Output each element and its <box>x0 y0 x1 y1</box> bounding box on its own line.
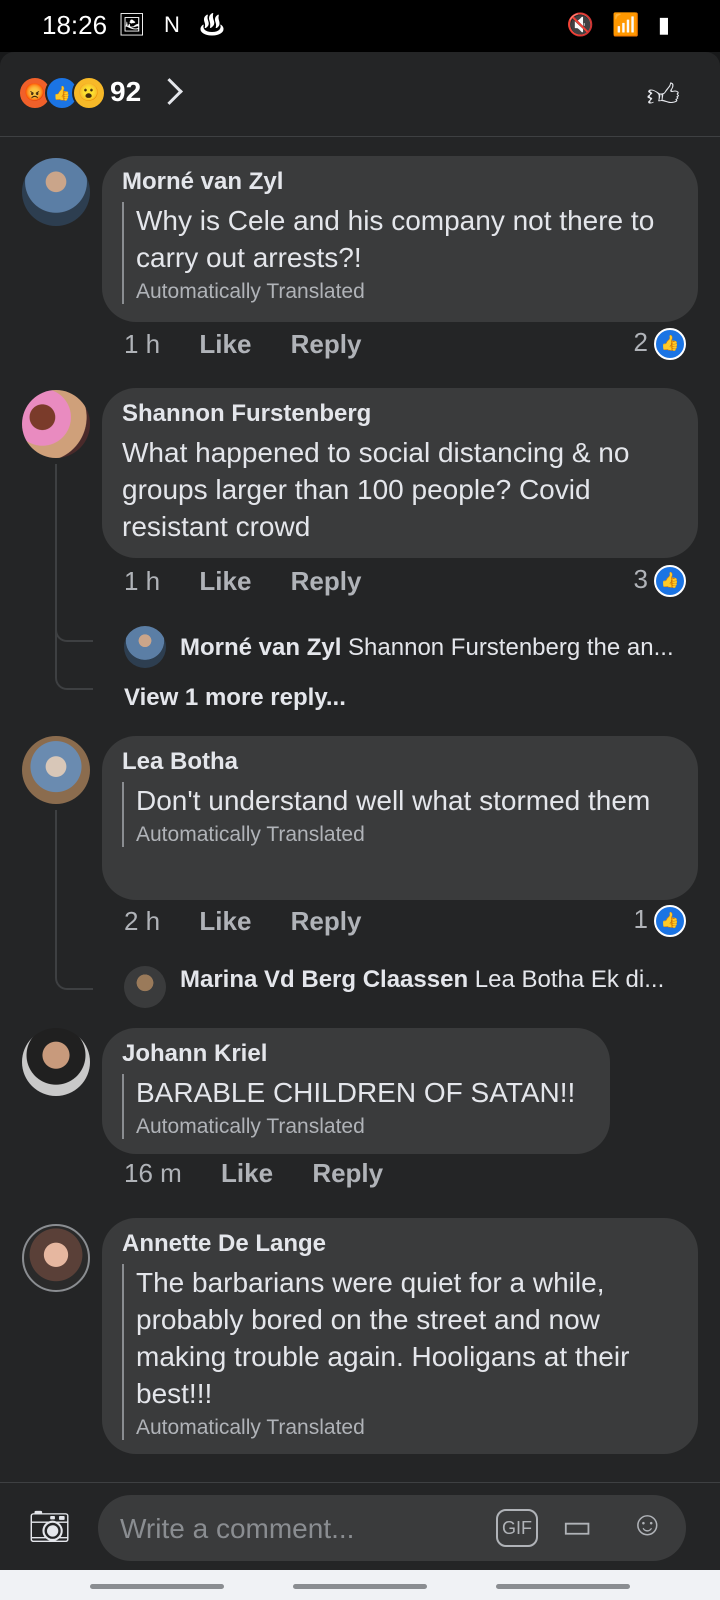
comment-like-count[interactable]: 2 👍 <box>633 327 686 361</box>
avatar[interactable] <box>22 158 90 226</box>
avatar[interactable] <box>22 1224 90 1292</box>
comment-text: Why is Cele and his company not there to… <box>136 205 655 273</box>
view-more-replies[interactable]: View 1 more reply... <box>124 684 346 712</box>
comment-time: 16 m <box>124 1158 182 1188</box>
emoji-icon[interactable]: ☺ <box>630 1505 665 1544</box>
reply-button[interactable]: Reply <box>291 906 362 936</box>
comment-bubble[interactable]: Annette De Lange The barbarians were qui… <box>102 1218 698 1454</box>
like-badge-icon: 👍 <box>654 905 686 938</box>
comment-actions: 1 h Like Reply <box>124 329 361 360</box>
like-button[interactable]: Like <box>221 1158 273 1188</box>
thread-line <box>55 810 93 990</box>
navigation-bar <box>0 1570 720 1600</box>
translation-label[interactable]: Automatically Translated <box>136 823 678 847</box>
nav-recents-bar[interactable] <box>90 1584 224 1589</box>
comments-sheet: 😡 👍 😮 92 👍︎ Morné van Zyl Why is Cele an… <box>0 52 720 1492</box>
chevron-right-icon[interactable] <box>156 78 183 105</box>
comment-composer: 📷︎ Write a comment... GIF ▭ ☺ <box>0 1482 720 1571</box>
comment-author[interactable]: Shannon Furstenberg <box>122 400 678 428</box>
translated-block: The barbarians were quiet for a while, p… <box>122 1264 678 1440</box>
comment-actions: 16 m Like Reply <box>124 1158 383 1189</box>
translation-label[interactable]: Automatically Translated <box>136 280 678 304</box>
comment-time: 1 h <box>124 329 161 359</box>
comment-author[interactable]: Morné van Zyl <box>122 168 678 196</box>
avatar[interactable] <box>124 966 166 1008</box>
like-button[interactable]: Like <box>199 906 251 936</box>
avatar[interactable] <box>22 736 90 804</box>
comment-bubble[interactable]: Lea Botha Don't understand well what sto… <box>102 736 698 900</box>
gif-icon[interactable]: GIF <box>496 1509 538 1547</box>
nav-back-bar[interactable] <box>496 1584 630 1589</box>
comment-placeholder[interactable]: Write a comment... <box>120 1513 354 1545</box>
avatar[interactable] <box>124 626 166 668</box>
comment-like-count[interactable]: 3 👍 <box>633 564 686 598</box>
comment-bubble[interactable]: Shannon Furstenberg What happened to soc… <box>102 388 698 558</box>
translation-label[interactable]: Automatically Translated <box>136 1416 678 1440</box>
status-bar: 18:26 🖼 N ♨ 🔇 📶 ▮ <box>0 0 720 52</box>
comment-text: Don't understand well what stormed them <box>136 785 651 816</box>
reply-button[interactable]: Reply <box>291 566 362 596</box>
translation-label[interactable]: Automatically Translated <box>136 1115 590 1139</box>
reply-preview[interactable]: Morné van Zyl Shannon Furstenberg the an… <box>180 634 674 662</box>
comment-like-count[interactable]: 1 👍 <box>633 904 686 938</box>
like-button[interactable]: Like <box>199 566 251 596</box>
comment-input[interactable]: Write a comment... GIF ▭ ☺ <box>98 1495 686 1561</box>
reply-preview[interactable]: Marina Vd Berg Claassen Lea Botha Ek di.… <box>180 966 664 994</box>
reaction-count[interactable]: 92 <box>110 76 141 108</box>
comment-actions: 2 h Like Reply <box>124 906 361 937</box>
comment-text: BARABLE CHILDREN OF SATAN!! <box>136 1077 576 1108</box>
like-count: 2 <box>633 327 648 357</box>
reply-author[interactable]: Marina Vd Berg Claassen <box>180 966 468 993</box>
comment-author[interactable]: Johann Kriel <box>122 1040 590 1068</box>
translated-block: Don't understand well what stormed them … <box>122 782 678 847</box>
comment-text: The barbarians were quiet for a while, p… <box>136 1267 630 1409</box>
like-badge-icon: 👍 <box>654 565 686 598</box>
avatar[interactable] <box>22 1028 90 1096</box>
comment-author[interactable]: Annette De Lange <box>122 1230 678 1258</box>
reply-text: Lea Botha Ek di... <box>474 966 665 993</box>
like-badge-icon: 👍 <box>654 328 686 361</box>
translated-block: Why is Cele and his company not there to… <box>122 202 678 304</box>
comment-time: 1 h <box>124 566 161 596</box>
translated-block: BARABLE CHILDREN OF SATAN!! Automaticall… <box>122 1074 590 1139</box>
reply-text: Shannon Furstenberg the an... <box>348 634 674 661</box>
camera-icon[interactable]: 📷︎ <box>28 1507 71 1547</box>
nav-home-bar[interactable] <box>293 1584 427 1589</box>
reply-button[interactable]: Reply <box>312 1158 383 1188</box>
avatar[interactable] <box>22 390 90 458</box>
system-icons: 🔇 📶 ▮ <box>566 12 676 37</box>
reactions-header[interactable]: 😡 👍 😮 92 👍︎ <box>0 52 720 137</box>
like-count: 3 <box>633 564 648 594</box>
thumbs-up-icon[interactable]: 👍︎ <box>647 76 680 115</box>
comment-bubble[interactable]: Morné van Zyl Why is Cele and his compan… <box>102 156 698 322</box>
notification-icons: 🖼 N ♨ <box>118 12 232 37</box>
status-time: 18:26 <box>42 10 108 40</box>
reply-author[interactable]: Morné van Zyl <box>180 634 341 661</box>
sticker-icon[interactable]: ▭ <box>562 1507 592 1545</box>
comment-actions: 1 h Like Reply <box>124 566 361 597</box>
wow-reaction-icon: 😮 <box>72 76 106 110</box>
like-count: 1 <box>633 904 648 934</box>
reply-button[interactable]: Reply <box>291 329 362 359</box>
comment-time: 2 h <box>124 906 161 936</box>
thread-line <box>55 464 93 690</box>
comment-bubble[interactable]: Johann Kriel BARABLE CHILDREN OF SATAN!!… <box>102 1028 610 1154</box>
comment-text: What happened to social distancing & no … <box>122 437 630 542</box>
like-button[interactable]: Like <box>199 329 251 359</box>
comment-author[interactable]: Lea Botha <box>122 748 678 776</box>
